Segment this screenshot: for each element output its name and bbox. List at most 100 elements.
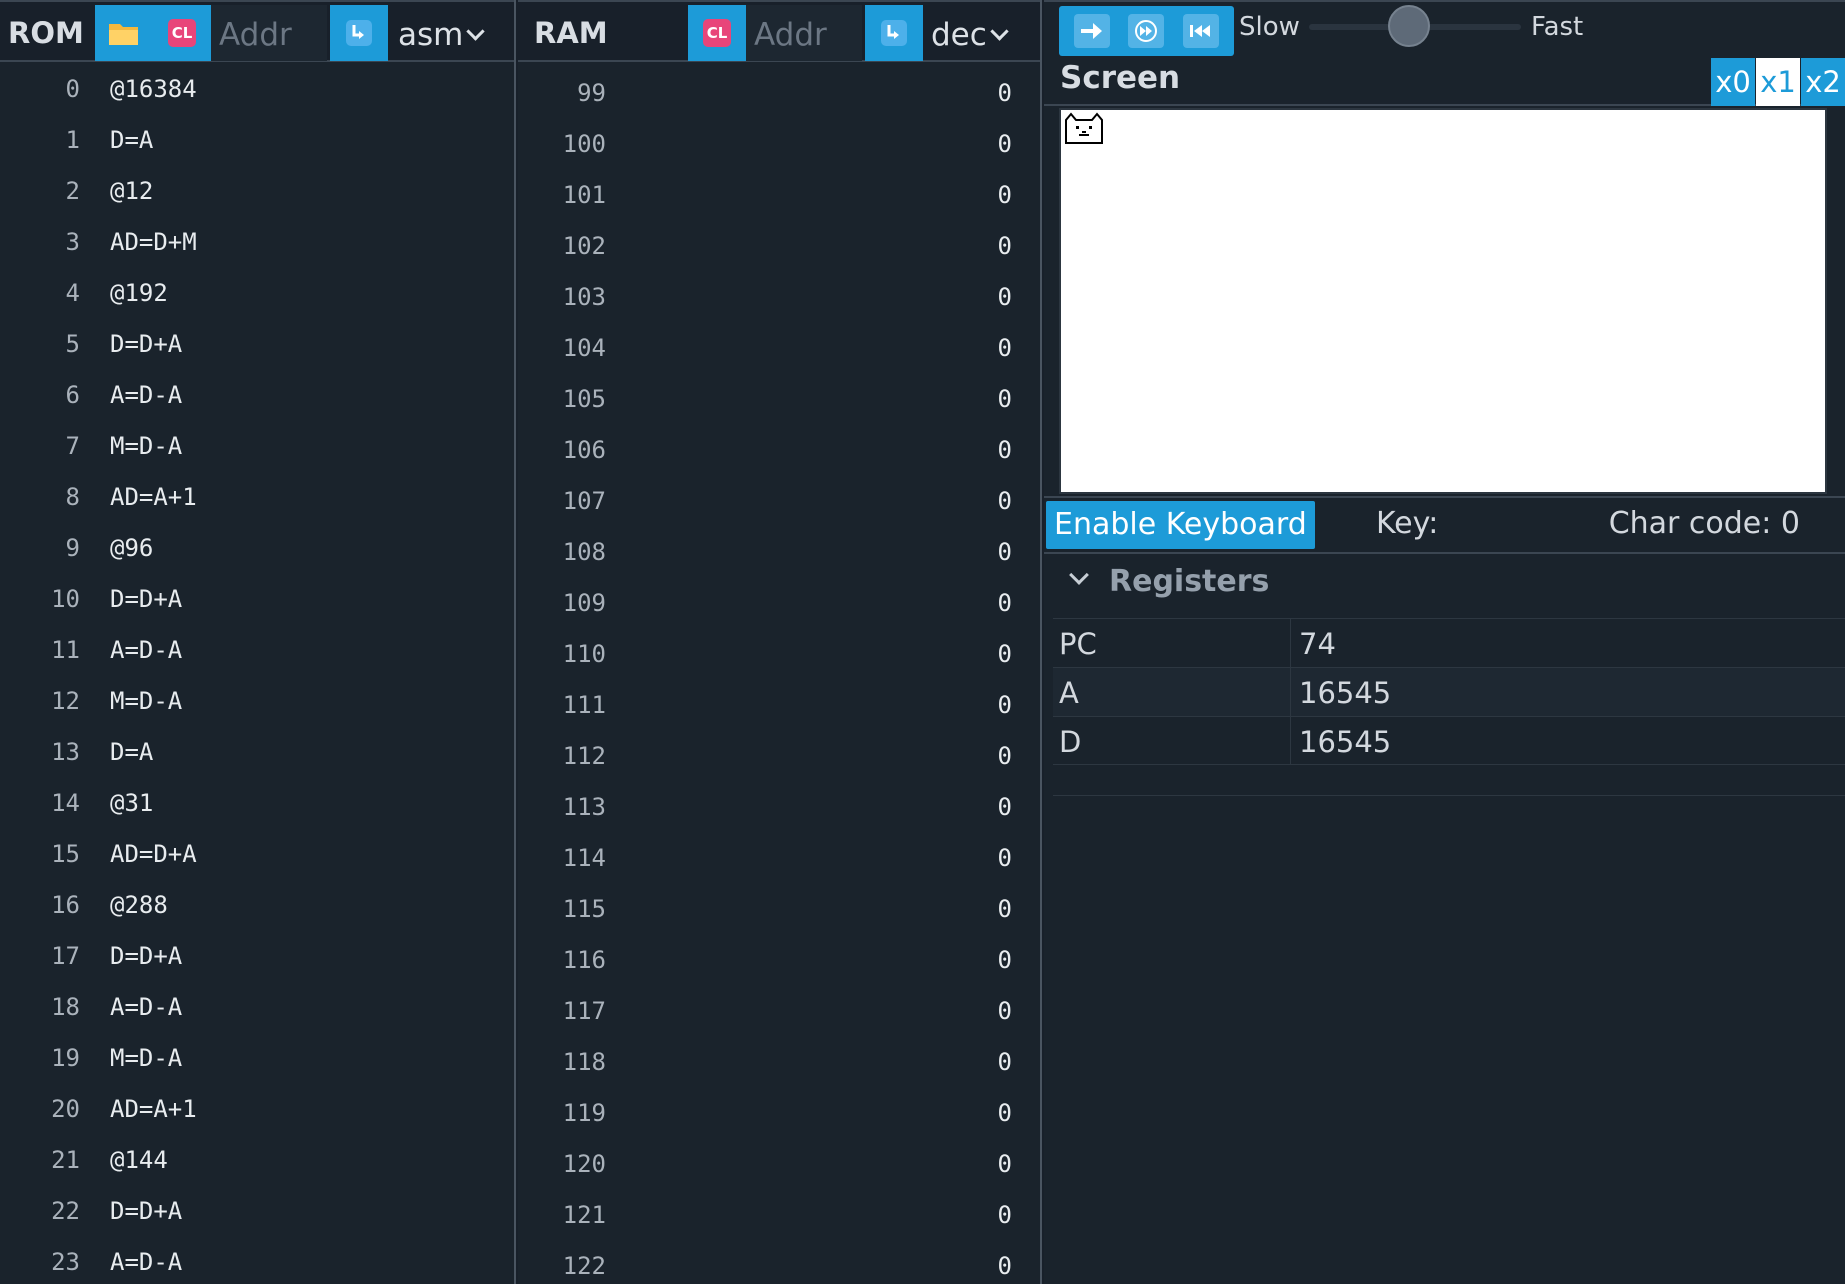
ram-value[interactable]: 0 <box>998 221 1012 272</box>
ram-value[interactable]: 0 <box>998 629 1012 680</box>
ram-addr-input[interactable]: Addr <box>746 5 862 61</box>
ram-row[interactable]: 102 0 <box>518 221 1040 272</box>
rom-row[interactable]: 7 M=D-A <box>0 421 514 472</box>
ram-value[interactable]: 0 <box>998 935 1012 986</box>
rom-instruction: @12 <box>110 177 154 205</box>
ram-value[interactable]: 0 <box>998 833 1012 884</box>
register-name: PC <box>1059 627 1097 661</box>
ram-value[interactable]: 0 <box>998 884 1012 935</box>
rom-row[interactable]: 21 @144 <box>0 1135 514 1186</box>
ram-value[interactable]: 0 <box>998 986 1012 1037</box>
ram-row[interactable]: 120 0 <box>518 1139 1040 1190</box>
scale-x2-button[interactable]: x2 <box>1801 58 1845 106</box>
ram-value[interactable]: 0 <box>998 476 1012 527</box>
ram-value[interactable]: 0 <box>998 68 1012 119</box>
rom-row[interactable]: 6 A=D-A <box>0 370 514 421</box>
ram-row[interactable]: 122 0 <box>518 1241 1040 1284</box>
load-file-button[interactable] <box>95 5 153 61</box>
rom-row[interactable]: 10 D=D+A <box>0 574 514 625</box>
ram-row[interactable]: 118 0 <box>518 1037 1040 1088</box>
rom-row[interactable]: 18 A=D-A <box>0 982 514 1033</box>
speed-slider-thumb[interactable] <box>1388 5 1430 47</box>
ram-row[interactable]: 114 0 <box>518 833 1040 884</box>
ram-row[interactable]: 101 0 <box>518 170 1040 221</box>
ram-value[interactable]: 0 <box>998 782 1012 833</box>
ram-row[interactable]: 110 0 <box>518 629 1040 680</box>
ram-row[interactable]: 115 0 <box>518 884 1040 935</box>
ram-row[interactable]: 107 0 <box>518 476 1040 527</box>
ram-row[interactable]: 99 0 <box>518 68 1040 119</box>
rom-format-select[interactable]: asm <box>398 5 486 61</box>
clear-icon: CL <box>168 19 196 47</box>
rom-row[interactable]: 13 D=A <box>0 727 514 778</box>
ram-row[interactable]: 119 0 <box>518 1088 1040 1139</box>
ram-row[interactable]: 113 0 <box>518 782 1040 833</box>
rom-goto-button[interactable] <box>330 5 388 61</box>
rom-row[interactable]: 5 D=D+A <box>0 319 514 370</box>
step-button[interactable] <box>1074 14 1111 48</box>
rom-row[interactable]: 11 A=D-A <box>0 625 514 676</box>
rom-row[interactable]: 3 AD=D+M <box>0 217 514 268</box>
rom-row[interactable]: 1 D=A <box>0 115 514 166</box>
ram-row[interactable]: 121 0 <box>518 1190 1040 1241</box>
ram-clear-button[interactable]: CL <box>688 5 746 61</box>
rom-row[interactable]: 0 @16384 <box>0 64 514 115</box>
register-value: 16545 <box>1299 676 1392 710</box>
ram-value[interactable]: 0 <box>998 374 1012 425</box>
rom-line-number: 5 <box>65 330 80 358</box>
ram-row[interactable]: 105 0 <box>518 374 1040 425</box>
reset-button[interactable] <box>1182 14 1219 48</box>
ram-value[interactable]: 0 <box>998 323 1012 374</box>
scale-x1-button[interactable]: x1 <box>1756 58 1800 106</box>
hack-screen <box>1059 108 1827 494</box>
ram-address: 100 <box>562 130 606 158</box>
rom-row[interactable]: 9 @96 <box>0 523 514 574</box>
ram-value[interactable]: 0 <box>998 1190 1012 1241</box>
ram-value[interactable]: 0 <box>998 680 1012 731</box>
ram-value[interactable]: 0 <box>998 527 1012 578</box>
ram-row[interactable]: 103 0 <box>518 272 1040 323</box>
ram-value[interactable]: 0 <box>998 425 1012 476</box>
ram-row[interactable]: 106 0 <box>518 425 1040 476</box>
ram-row[interactable]: 100 0 <box>518 119 1040 170</box>
rom-row[interactable]: 12 M=D-A <box>0 676 514 727</box>
ram-row[interactable]: 109 0 <box>518 578 1040 629</box>
speed-slider[interactable] <box>1309 5 1521 47</box>
ram-row[interactable]: 116 0 <box>518 935 1040 986</box>
ram-row[interactable]: 111 0 <box>518 680 1040 731</box>
rom-row[interactable]: 2 @12 <box>0 166 514 217</box>
scale-x0-button[interactable]: x0 <box>1711 58 1755 106</box>
ram-value[interactable]: 0 <box>998 272 1012 323</box>
rom-row[interactable]: 8 AD=A+1 <box>0 472 514 523</box>
rom-row[interactable]: 20 AD=A+1 <box>0 1084 514 1135</box>
rom-header: ROM CL Addr asm <box>0 0 514 62</box>
rom-addr-input[interactable]: Addr <box>211 5 327 61</box>
rom-row[interactable]: 16 @288 <box>0 880 514 931</box>
rom-row[interactable]: 19 M=D-A <box>0 1033 514 1084</box>
ram-value[interactable]: 0 <box>998 1037 1012 1088</box>
ram-format-select[interactable]: dec <box>931 5 1009 61</box>
ram-address: 110 <box>562 640 606 668</box>
ram-value[interactable]: 0 <box>998 1139 1012 1190</box>
ram-value[interactable]: 0 <box>998 578 1012 629</box>
rom-row[interactable]: 15 AD=D+A <box>0 829 514 880</box>
rom-row[interactable]: 17 D=D+A <box>0 931 514 982</box>
ram-row[interactable]: 104 0 <box>518 323 1040 374</box>
rom-row[interactable]: 14 @31 <box>0 778 514 829</box>
ram-goto-button[interactable] <box>865 5 923 61</box>
rom-clear-button[interactable]: CL <box>153 5 211 61</box>
ram-value[interactable]: 0 <box>998 170 1012 221</box>
ram-value[interactable]: 0 <box>998 119 1012 170</box>
ram-row[interactable]: 108 0 <box>518 527 1040 578</box>
enable-keyboard-button[interactable]: Enable Keyboard <box>1046 501 1315 549</box>
ram-value[interactable]: 0 <box>998 1088 1012 1139</box>
registers-header[interactable]: Registers <box>1044 556 1845 608</box>
ram-value[interactable]: 0 <box>998 1241 1012 1284</box>
ram-row[interactable]: 117 0 <box>518 986 1040 1037</box>
ram-row[interactable]: 112 0 <box>518 731 1040 782</box>
ram-value[interactable]: 0 <box>998 731 1012 782</box>
rom-row[interactable]: 23 A=D-A <box>0 1237 514 1284</box>
rom-row[interactable]: 4 @192 <box>0 268 514 319</box>
run-button[interactable] <box>1128 14 1165 48</box>
rom-row[interactable]: 22 D=D+A <box>0 1186 514 1237</box>
